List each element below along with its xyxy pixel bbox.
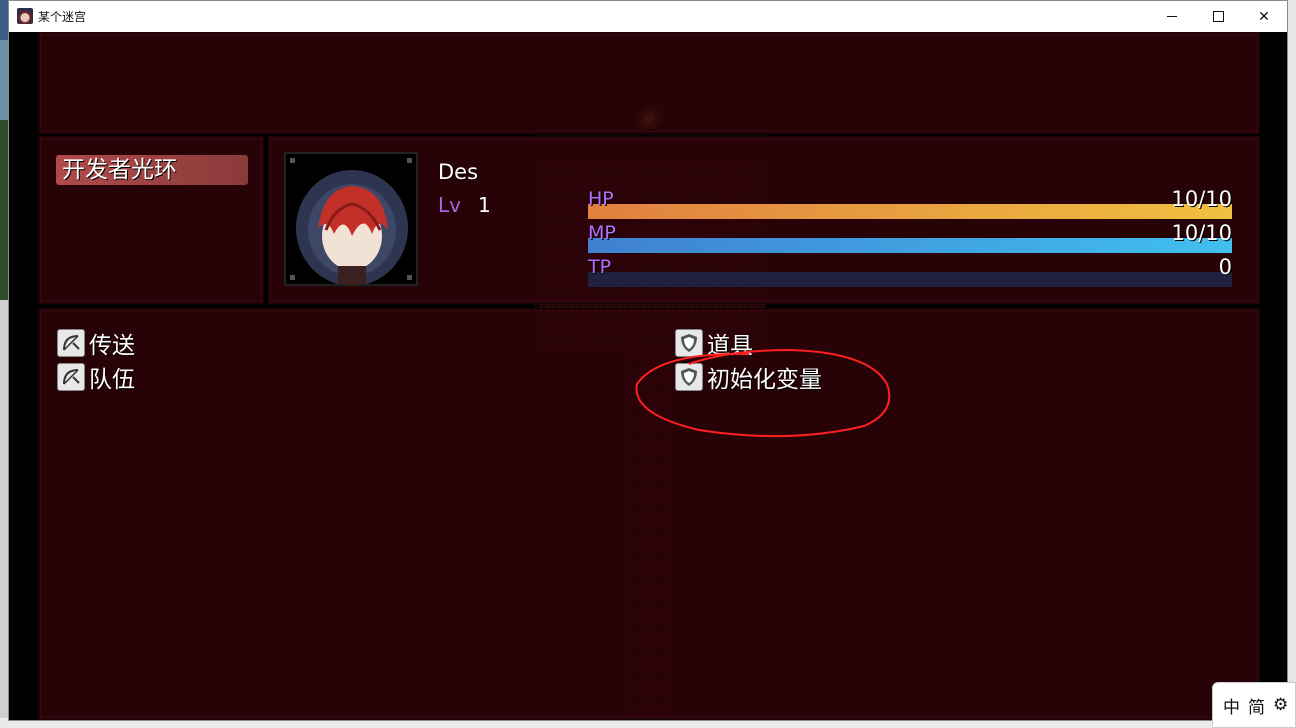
level-value: 1	[478, 193, 491, 217]
maximize-button[interactable]	[1195, 1, 1241, 32]
level-label: Lv	[438, 193, 461, 217]
tp-label: TP	[588, 256, 612, 278]
hp-value: 10/10	[1171, 187, 1232, 211]
mp-gauge-fill	[588, 238, 1232, 253]
desktop-background	[0, 0, 8, 728]
actor-portrait	[284, 152, 418, 286]
mp-gauge: MP 10/10	[588, 221, 1232, 253]
hp-gauge: HP 10/10	[588, 187, 1232, 219]
bow-icon	[57, 329, 85, 357]
hp-gauge-track	[588, 204, 1232, 219]
command-teleport[interactable]: 传送	[57, 327, 135, 359]
mp-label: MP	[588, 222, 616, 244]
portrait-corner	[290, 158, 295, 163]
actor-face-image	[296, 170, 408, 284]
mp-value: 10/10	[1171, 221, 1232, 245]
tp-gauge-track	[588, 272, 1232, 287]
game-window: 某个迷宫 ✕ 开发者光环 Des Lv 1 HP 10/10 MP 10/10 …	[8, 0, 1288, 721]
command-party[interactable]: 队伍	[57, 361, 135, 393]
ime-toolbar[interactable]: 中 简 ⚙	[1212, 682, 1296, 728]
bow-icon	[57, 363, 85, 391]
maximize-icon	[1212, 11, 1224, 22]
desktop-background-right	[1288, 0, 1296, 728]
minimize-button[interactable]	[1149, 1, 1195, 32]
skill-type-window: 开发者光环	[38, 136, 264, 304]
tp-gauge: TP 0	[588, 255, 1232, 287]
portrait-corner	[407, 275, 412, 280]
command-label: 队伍	[89, 367, 135, 393]
command-label: 传送	[89, 333, 135, 359]
ime-language-toggle[interactable]: 中	[1223, 693, 1240, 718]
window-title: 某个迷宫	[38, 10, 87, 24]
actor-name: Des	[438, 160, 479, 184]
close-icon: ✕	[1258, 8, 1270, 25]
tp-value: 0	[1218, 255, 1232, 279]
mp-gauge-track	[588, 238, 1232, 253]
portrait-corner	[290, 275, 295, 280]
skill-type-item[interactable]: 开发者光环	[56, 155, 248, 185]
status-window: Des Lv 1 HP 10/10 MP 10/10 TP 0	[268, 136, 1260, 304]
portrait-corner	[407, 158, 412, 163]
app-icon	[17, 8, 33, 24]
game-screen[interactable]: 开发者光环 Des Lv 1 HP 10/10 MP 10/10 TP 0 传送…	[9, 32, 1287, 720]
ime-mode-toggle[interactable]: 简	[1248, 693, 1265, 718]
annotation-circle	[635, 348, 891, 438]
minimize-icon	[1167, 16, 1177, 17]
hp-label: HP	[588, 188, 614, 210]
close-button[interactable]: ✕	[1241, 1, 1287, 32]
title-bar[interactable]: 某个迷宫 ✕	[9, 1, 1287, 32]
gear-icon[interactable]: ⚙	[1273, 695, 1288, 715]
hp-gauge-fill	[588, 204, 1232, 219]
help-window	[38, 32, 1260, 134]
